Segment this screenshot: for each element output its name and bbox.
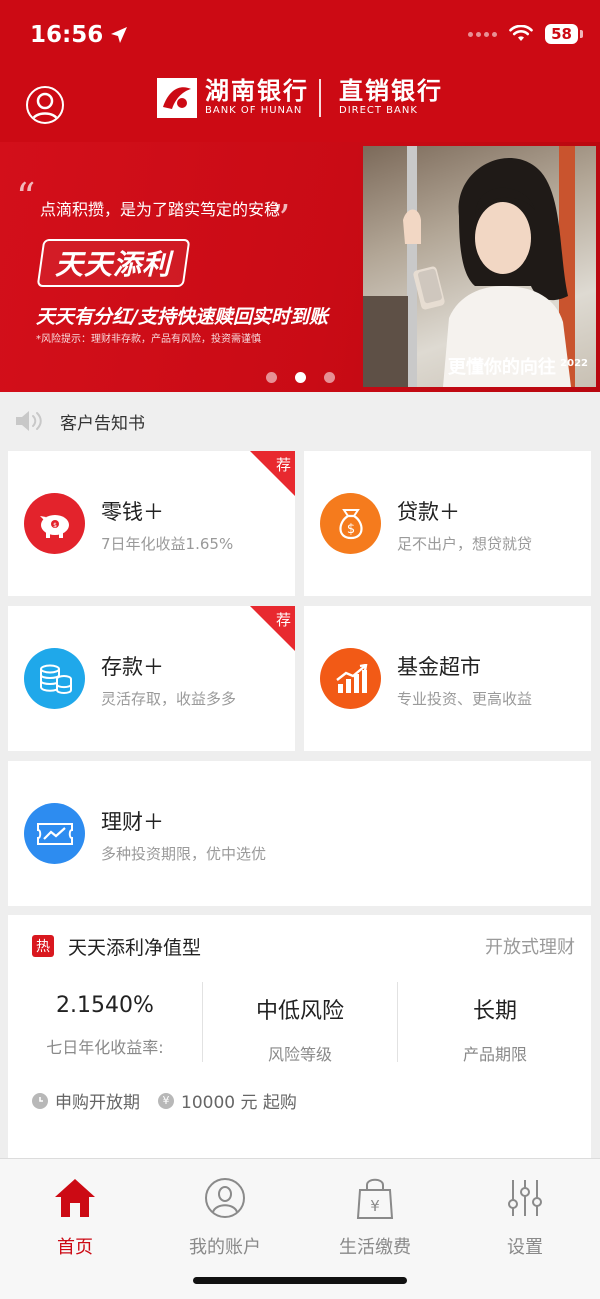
recommend-badge: 荐	[275, 456, 291, 474]
card-title: 理财＋	[101, 810, 164, 834]
stat-label: 产品期限	[462, 1045, 527, 1064]
banner-product-name: 天天添利	[55, 248, 172, 281]
card-wealth-plus[interactable]: 理财＋ 多种投资期限，优中选优	[8, 761, 591, 906]
svg-text:$: $	[53, 522, 57, 529]
card-fund-market[interactable]: 基金超市 专业投资、更高收益	[304, 606, 591, 751]
tab-label: 首页	[57, 1237, 93, 1258]
direct-bank-en: DIRECT BANK	[339, 105, 418, 116]
photo-caption-year: 2022	[560, 358, 588, 369]
hot-badge: 热	[32, 935, 54, 957]
promo-banner[interactable]: “ 点滴积攒，是为了踏实笃定的安稳 ” 天天添利 天天有分红/支持快速赎回实时到…	[0, 142, 600, 392]
banner-product-badge: 天天添利	[36, 239, 191, 287]
svg-text:¥: ¥	[370, 1197, 380, 1215]
min-amount-text: 10000 元 起购	[181, 1093, 297, 1113]
close-quote-icon: ”	[271, 197, 291, 241]
profile-avatar-button[interactable]	[26, 86, 64, 124]
carousel-dots	[266, 372, 335, 383]
svg-text:$: $	[346, 522, 354, 537]
tab-home[interactable]: 首页	[0, 1175, 150, 1259]
signal-dots-icon	[468, 31, 498, 37]
speaker-icon	[16, 411, 42, 431]
stat-yield: 2.1540% 七日年化收益率:	[8, 993, 202, 1058]
bank-emblem-icon	[157, 78, 197, 118]
tab-life-payment[interactable]: ¥ 生活缴费	[300, 1175, 450, 1259]
recommend-badge: 荐	[275, 611, 291, 629]
carousel-dot-3[interactable]	[324, 372, 335, 383]
stat-term: 长期 产品期限	[398, 993, 592, 1065]
ticket-chart-icon	[24, 803, 85, 864]
featured-product-panel[interactable]: 热 天天添利净值型 开放式理财 2.1540% 七日年化收益率: 中低风险 风险…	[8, 915, 591, 1158]
yen-coin-icon: ¥	[158, 1092, 174, 1109]
card-subtitle: 灵活存取，收益多多	[101, 690, 237, 708]
banner-risk-note: *风险提示：理财非存款，产品有风险，投资需谨慎	[36, 334, 261, 345]
shopping-bag-yen-icon: ¥	[300, 1175, 450, 1221]
piggy-bank-icon: $	[24, 493, 85, 554]
carousel-dot-2[interactable]	[295, 372, 306, 383]
stat-value: 中低风险	[255, 999, 344, 1024]
product-name: 天天添利净值型	[68, 937, 202, 959]
money-bag-icon: $	[320, 493, 381, 554]
card-title: 基金超市	[397, 655, 481, 679]
photo-caption-text: 更懂你的向往	[447, 357, 556, 378]
tab-label: 我的账户	[189, 1237, 261, 1258]
woman-on-subway-illustration	[363, 146, 575, 387]
status-time-text: 16:56	[30, 22, 104, 48]
tab-label: 设置	[507, 1237, 543, 1258]
user-circle-icon	[150, 1175, 300, 1221]
banner-photo: 更懂你的向往 2022	[363, 146, 596, 387]
banner-feature: 天天有分红/支持快速赎回实时到账	[36, 306, 328, 328]
wifi-icon	[509, 25, 533, 41]
app-header: 16:56 58 湖南银行 BANK OF HUNAN 直销银行 DIRECT …	[0, 0, 600, 142]
stat-value: 长期	[472, 999, 517, 1024]
open-period-text: 申购开放期	[55, 1093, 140, 1113]
coins-icon	[24, 648, 85, 709]
card-deposit-plus[interactable]: 荐 存款＋ 灵活存取，收益多多	[8, 606, 295, 751]
logo-divider	[319, 79, 321, 117]
card-title: 存款＋	[101, 655, 164, 679]
customer-notice-text: 客户告知书	[60, 413, 145, 434]
open-quote-icon: “	[16, 175, 36, 219]
stat-risk: 中低风险 风险等级	[203, 993, 397, 1065]
battery-indicator: 58	[545, 24, 583, 44]
product-meta: 申购开放期 ¥ 10000 元 起购	[32, 1088, 297, 1113]
bar-chart-icon	[320, 648, 381, 709]
bank-name-cn: 湖南银行	[205, 77, 309, 105]
home-icon	[0, 1175, 150, 1221]
banner-photo-caption: 更懂你的向往 2022	[448, 353, 588, 379]
stat-label: 风险等级	[267, 1045, 332, 1064]
direct-bank-cn: 直销银行	[339, 77, 443, 105]
status-indicators: 58	[468, 24, 583, 44]
location-arrow-icon	[111, 27, 128, 43]
product-type: 开放式理财	[485, 937, 575, 958]
sliders-icon	[450, 1175, 600, 1221]
banner-slogan: 点滴积攒，是为了踏实笃定的安稳	[40, 200, 281, 219]
stat-value: 2.1540%	[56, 993, 154, 1018]
tab-my-account[interactable]: 我的账户	[150, 1175, 300, 1259]
user-icon	[30, 92, 60, 122]
card-change-plus[interactable]: 荐 $ 零钱＋ 7日年化收益1.65%	[8, 451, 295, 596]
card-subtitle: 足不出户，想贷就贷	[397, 535, 533, 553]
card-title: 零钱＋	[101, 500, 164, 524]
card-loan-plus[interactable]: $ 贷款＋ 足不出户，想贷就贷	[304, 451, 591, 596]
status-time: 16:56	[30, 22, 129, 48]
card-subtitle: 专业投资、更高收益	[397, 690, 533, 708]
bank-name-en: BANK OF HUNAN	[205, 105, 303, 116]
stat-label: 七日年化收益率:	[46, 1038, 164, 1057]
card-subtitle: 7日年化收益1.65%	[101, 535, 234, 553]
carousel-dot-1[interactable]	[266, 372, 277, 383]
customer-notice-bar[interactable]: 客户告知书	[0, 392, 600, 450]
clock-icon	[32, 1092, 48, 1109]
home-indicator[interactable]	[193, 1277, 407, 1284]
bank-logo: 湖南银行 BANK OF HUNAN 直销银行 DIRECT BANK	[157, 78, 443, 118]
tab-label: 生活缴费	[339, 1237, 411, 1258]
card-subtitle: 多种投资期限，优中选优	[101, 845, 267, 863]
card-title: 贷款＋	[397, 500, 460, 524]
tab-settings[interactable]: 设置	[450, 1175, 600, 1259]
